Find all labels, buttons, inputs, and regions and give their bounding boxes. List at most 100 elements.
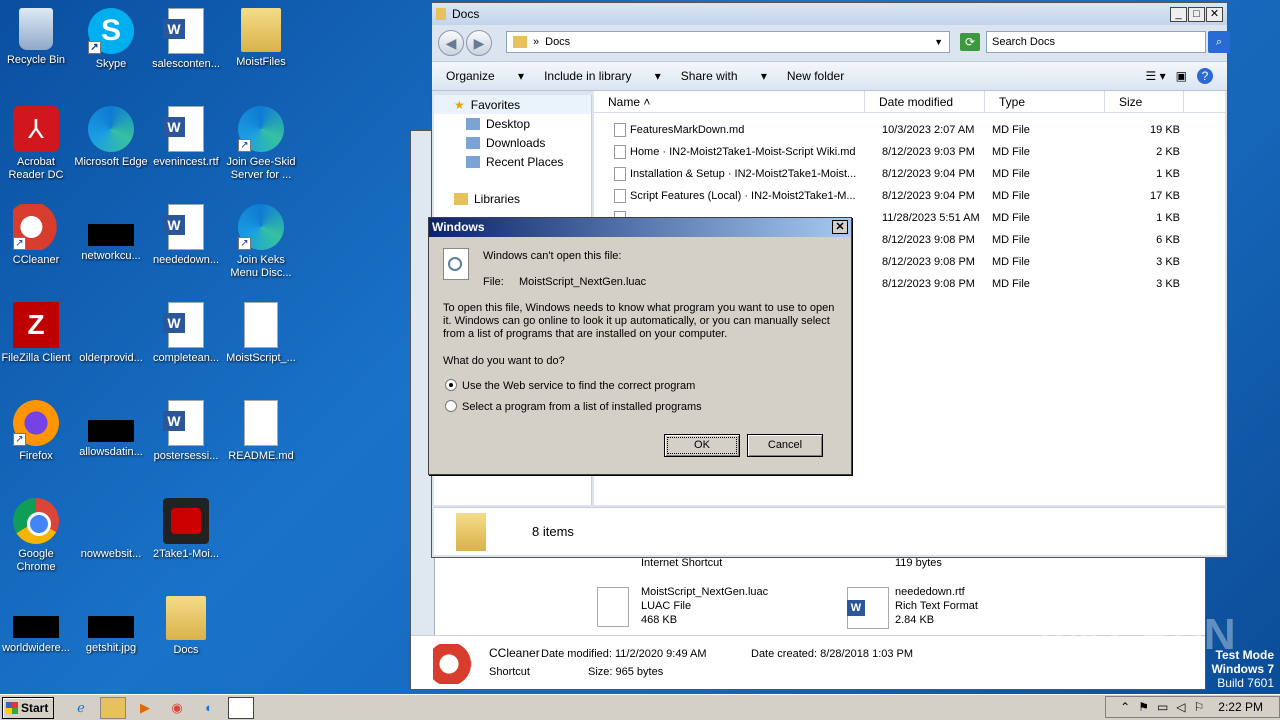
word-document-icon: W [847,587,889,629]
desktop-icon-evenincest[interactable]: evenincest.rtf [148,106,224,169]
close-button[interactable]: ✕ [1206,6,1223,22]
file-size: 17 KB [1150,190,1180,202]
file-type: MD File [992,146,1030,158]
address-bar[interactable]: » Docs ▼ [506,31,950,53]
desktop-icon-moistfiles[interactable]: MoistFiles [223,8,299,69]
file-name: Home · IN2-Moist2Take1-Moist-Script Wiki… [630,146,856,158]
dialog-close-button[interactable]: ✕ [832,220,848,234]
firefox-icon: ↗ [13,400,59,446]
dialog-question: What do you want to do? [443,355,565,367]
desktop-icon-postersessi[interactable]: postersessi... [148,400,224,463]
file-row[interactable]: FeaturesMarkDown.md 10/3/2023 2:07 AM MD F… [594,119,1225,141]
nav-libraries[interactable]: Libraries [434,189,591,208]
open-document-taskbar-icon[interactable] [228,696,254,719]
recycle-bin-icon [19,8,53,50]
dialog-title-bar[interactable]: Windows ✕ [429,218,851,237]
minimize-button[interactable]: _ [1170,6,1187,22]
title-bar[interactable]: Docs _ □ ✕ [432,3,1227,25]
desktop-icon-allowsdatin[interactable]: allowsdatin... [73,400,149,459]
view-options-icon[interactable]: ☰ ▾ [1146,69,1166,83]
desktop-icon-edge[interactable]: Microsoft Edge [73,106,149,169]
desktop-icon-skype[interactable]: S ↗ Skype [73,8,149,71]
desktop-icon-neededown[interactable]: neededown... [148,204,224,267]
flag-icon[interactable]: ⚐ [1194,700,1205,714]
show-hidden-icons-icon[interactable]: ⌃ [1120,700,1130,714]
nav-downloads[interactable]: Downloads [434,133,591,152]
include-library-menu[interactable]: Include in library ▾ [544,69,661,83]
desktop-icon-ccleaner[interactable]: ↗ CCleaner [0,204,74,267]
desktop-icon-salescontent[interactable]: salesconten... [148,8,224,71]
chrome-taskbar-icon[interactable]: ◉ [164,697,190,719]
desktop-icon-gee-skid[interactable]: ↗ Join Gee-Skid Server for ... [223,106,299,182]
column-size[interactable]: Size [1105,91,1184,112]
skype-icon: S ↗ [88,8,134,54]
desktop-icon-docs[interactable]: Docs [148,596,224,657]
file-name: Script Features (Local) · IN2-Moist2Take… [630,190,856,202]
volume-icon[interactable]: ◁ [1176,700,1185,714]
desktop-icon-chrome[interactable]: Google Chrome [0,498,74,574]
nav-desktop[interactable]: Desktop [434,114,591,133]
file-row[interactable]: Home · IN2-Moist2Take1-Moist-Script Wiki… [594,141,1225,163]
desktop-icon-nowwebsit[interactable]: nowwebsit... [73,498,149,561]
desktop-icon-moistscript[interactable]: MoistScript_... [223,302,299,365]
column-type[interactable]: Type [985,91,1105,112]
ok-button[interactable]: OK [664,434,740,457]
radio-web-service[interactable]: Use the Web service to find the correct … [445,379,695,392]
action-center-icon[interactable]: ⚑ [1138,700,1149,714]
edge-taskbar-icon[interactable]: ◐ [196,697,222,719]
desktop-icon-worldwidere[interactable]: worldwidere... [0,596,74,655]
network-icon[interactable]: ▭ [1157,700,1168,714]
column-name[interactable]: Name ˄ [594,91,865,112]
column-date-modified[interactable]: Date modified [865,91,985,112]
desktop-icon-recycle-bin[interactable]: Recycle Bin [0,8,74,67]
breadcrumb[interactable]: Docs [545,36,570,48]
forward-button[interactable]: ▶ [466,30,492,56]
start-button[interactable]: Start [2,696,54,719]
test-mode-label: Test Mode Windows 7 Build 7601 [1211,648,1274,690]
help-icon[interactable]: ? [1197,68,1213,84]
preview-pane-icon[interactable]: ▣ [1176,69,1187,83]
clock[interactable]: 2:22 PM [1218,700,1263,714]
back-button[interactable]: ◀ [438,30,464,56]
desktop-icon-firefox[interactable]: ↗ Firefox [0,400,74,463]
file-row[interactable]: Installation & Setup · IN2-Moist2Take1-M… [594,163,1225,185]
desktop-icon-keks[interactable]: ↗ Join Keks Menu Disc... [223,204,299,280]
new-folder-button[interactable]: New folder [787,69,844,83]
radio-select-program[interactable]: Select a program from a list of installe… [445,400,702,413]
organize-menu[interactable]: Organize ▾ [446,69,524,83]
refresh-button[interactable]: ⟳ [960,33,980,51]
file-name: Installation & Setup · IN2-Moist2Take1-M… [630,168,857,180]
desktop-icon-getshit[interactable]: getshit.jpg [73,596,149,655]
file-row[interactable]: Script Features (Local) · IN2-Moist2Take… [594,185,1225,207]
details-size: Size: 965 bytes [588,666,664,678]
desktop-icon-acrobat[interactable]: ⅄ Acrobat Reader DC [0,106,74,182]
taskbar: Start ℯ ▶ ◉ ◐ ⌃ ⚑ ▭ ◁ ⚐ 2:22 PM [0,694,1280,720]
downloads-icon [466,136,480,149]
search-input[interactable]: Search Docs [986,31,1206,53]
nav-favorites[interactable]: ★ Favorites [434,95,591,114]
chevron-down-icon[interactable]: ▼ [934,37,943,47]
cancel-button[interactable]: Cancel [747,434,823,457]
desktop-icon-completean[interactable]: completean... [148,302,224,365]
breadcrumb-chevron-icon[interactable]: » [533,36,539,48]
nav-recent-places[interactable]: Recent Places [434,152,591,171]
share-with-menu[interactable]: Share with ▾ [681,69,767,83]
desktop-icon-2take1[interactable]: 2Take1-Moi... [148,498,224,561]
open-with-dialog[interactable]: Windows ✕ Windows can't open this file: … [428,217,852,475]
file-item-luac[interactable]: MoistScript_NextGen.luac LUAC File 468 K… [597,583,827,633]
internet-explorer-icon[interactable]: ℯ [68,697,94,719]
desktop-icon-olderprovid[interactable]: olderprovid... [73,302,149,365]
file-type: MD File [992,278,1030,290]
file-size: 3 KB [1156,256,1180,268]
file-date: 8/12/2023 9:04 PM [882,168,975,180]
desktop-icon-filezilla[interactable]: Z FileZilla Client [0,302,74,365]
anyrun-watermark: ANY RUN [1036,610,1236,659]
maximize-button[interactable]: □ [1188,6,1205,22]
file-size: 2.84 KB [895,614,935,626]
explorer-taskbar-icon[interactable] [100,696,126,719]
file-type: MD File [992,212,1030,224]
media-player-icon[interactable]: ▶ [132,697,158,719]
search-icon[interactable]: ⌕ [1208,31,1230,53]
desktop-icon-networkcu[interactable]: networkcu... [73,204,149,263]
desktop-icon-readme[interactable]: README.md [223,400,299,463]
